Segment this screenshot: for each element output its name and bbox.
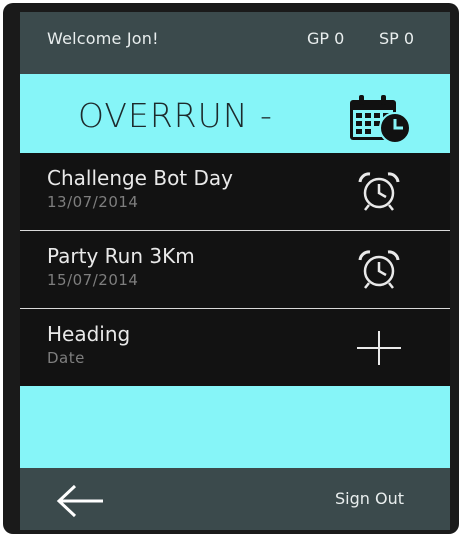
event-title: Party Run 3Km [47, 244, 195, 268]
back-arrow-icon[interactable] [55, 484, 105, 518]
list-item[interactable]: Heading Date [20, 309, 450, 386]
alarm-clock-icon[interactable] [355, 169, 403, 213]
list-item[interactable]: Challenge Bot Day 13/07/2014 [20, 153, 450, 230]
event-date: 13/07/2014 [47, 193, 139, 211]
device-frame: Welcome Jon! GP 0 SP 0 OVERRUN - Challen… [3, 3, 459, 534]
calendar-clock-icon[interactable] [347, 94, 413, 144]
page-title: OVERRUN - [78, 96, 273, 135]
alarm-clock-icon[interactable] [355, 247, 403, 291]
bottom-bar: Sign Out [20, 468, 450, 530]
plus-icon[interactable] [355, 325, 403, 369]
sign-out-button[interactable]: Sign Out [335, 489, 404, 508]
top-bar: Welcome Jon! GP 0 SP 0 [20, 12, 450, 74]
event-date: 15/07/2014 [47, 271, 139, 289]
event-title: Challenge Bot Day [47, 166, 233, 190]
list-item[interactable]: Party Run 3Km 15/07/2014 [20, 231, 450, 308]
sp-counter: SP 0 [379, 29, 415, 48]
gp-counter: GP 0 [307, 29, 345, 48]
event-title: Heading [47, 322, 131, 346]
event-date: Date [47, 349, 85, 367]
event-list: Challenge Bot Day 13/07/2014 Party Run 3… [20, 153, 450, 386]
hero-banner: OVERRUN - [20, 74, 450, 153]
app-screen: Welcome Jon! GP 0 SP 0 OVERRUN - Challen… [20, 12, 450, 530]
welcome-text: Welcome Jon! [47, 29, 159, 48]
